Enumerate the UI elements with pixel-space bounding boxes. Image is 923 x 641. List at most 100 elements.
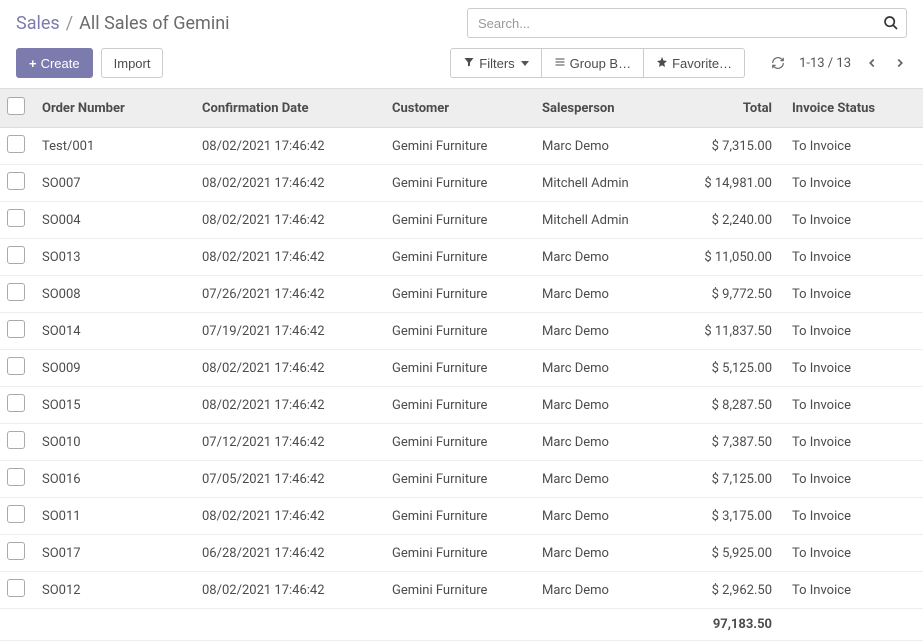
breadcrumb-sep: /: [66, 13, 73, 34]
prev-page-icon[interactable]: [865, 56, 879, 70]
cell-total: $ 14,981.00: [682, 165, 782, 202]
search-input[interactable]: [467, 8, 907, 38]
cell-salesperson: Marc Demo: [532, 572, 682, 609]
cell-order: SO015: [32, 387, 192, 424]
col-invoice[interactable]: Invoice Status: [782, 89, 923, 128]
cell-invoice: To Invoice: [782, 202, 923, 239]
cell-invoice: To Invoice: [782, 424, 923, 461]
cell-total: $ 2,240.00: [682, 202, 782, 239]
cell-date: 08/02/2021 17:46:42: [192, 202, 382, 239]
breadcrumb: Sales / All Sales of Gemini: [16, 13, 459, 34]
table-row[interactable]: SO01706/28/2021 17:46:42Gemini Furniture…: [0, 535, 923, 572]
cell-order: SO014: [32, 313, 192, 350]
cell-invoice: To Invoice: [782, 165, 923, 202]
row-checkbox[interactable]: [7, 246, 25, 264]
col-date[interactable]: Confirmation Date: [192, 89, 382, 128]
cell-customer: Gemini Furniture: [382, 350, 532, 387]
cell-order: SO004: [32, 202, 192, 239]
row-checkbox[interactable]: [7, 579, 25, 597]
select-all-checkbox[interactable]: [7, 97, 25, 115]
cell-date: 07/26/2021 17:46:42: [192, 276, 382, 313]
table-row[interactable]: SO00708/02/2021 17:46:42Gemini Furniture…: [0, 165, 923, 202]
cell-invoice: To Invoice: [782, 387, 923, 424]
table-row[interactable]: SO00807/26/2021 17:46:42Gemini Furniture…: [0, 276, 923, 313]
cell-customer: Gemini Furniture: [382, 461, 532, 498]
pager-text: 1-13 / 13: [799, 56, 851, 71]
cell-customer: Gemini Furniture: [382, 239, 532, 276]
cell-invoice: To Invoice: [782, 276, 923, 313]
cell-invoice: To Invoice: [782, 461, 923, 498]
import-button[interactable]: Import: [101, 48, 164, 78]
cell-salesperson: Marc Demo: [532, 239, 682, 276]
cell-order: SO017: [32, 535, 192, 572]
row-checkbox[interactable]: [7, 135, 25, 153]
row-checkbox[interactable]: [7, 394, 25, 412]
cell-date: 07/19/2021 17:46:42: [192, 313, 382, 350]
row-checkbox[interactable]: [7, 320, 25, 338]
cell-date: 06/28/2021 17:46:42: [192, 535, 382, 572]
filter-icon: [463, 56, 475, 71]
cell-salesperson: Marc Demo: [532, 387, 682, 424]
cell-invoice: To Invoice: [782, 128, 923, 165]
cell-invoice: To Invoice: [782, 239, 923, 276]
table-row[interactable]: Test/00108/02/2021 17:46:42Gemini Furnit…: [0, 128, 923, 165]
row-checkbox[interactable]: [7, 542, 25, 560]
next-page-icon[interactable]: [893, 56, 907, 70]
filters-label: Filters: [479, 56, 514, 71]
cell-date: 08/02/2021 17:46:42: [192, 165, 382, 202]
cell-salesperson: Marc Demo: [532, 461, 682, 498]
col-order[interactable]: Order Number: [32, 89, 192, 128]
row-checkbox[interactable]: [7, 283, 25, 301]
table-row[interactable]: SO01607/05/2021 17:46:42Gemini Furniture…: [0, 461, 923, 498]
table-row[interactable]: SO01308/02/2021 17:46:42Gemini Furniture…: [0, 239, 923, 276]
cell-total: $ 3,175.00: [682, 498, 782, 535]
cell-customer: Gemini Furniture: [382, 498, 532, 535]
cell-date: 08/02/2021 17:46:42: [192, 387, 382, 424]
search-icon[interactable]: [883, 15, 899, 31]
col-customer[interactable]: Customer: [382, 89, 532, 128]
plus-icon: +: [29, 56, 37, 71]
row-checkbox[interactable]: [7, 431, 25, 449]
table-row[interactable]: SO01508/02/2021 17:46:42Gemini Furniture…: [0, 387, 923, 424]
cell-customer: Gemini Furniture: [382, 313, 532, 350]
filters-button[interactable]: Filters: [450, 48, 541, 78]
breadcrumb-current: All Sales of Gemini: [79, 13, 229, 34]
cell-invoice: To Invoice: [782, 572, 923, 609]
cell-total: $ 2,962.50: [682, 572, 782, 609]
groupby-button[interactable]: Group B…: [541, 48, 644, 78]
breadcrumb-root[interactable]: Sales: [16, 13, 60, 34]
cell-order: SO012: [32, 572, 192, 609]
cell-salesperson: Marc Demo: [532, 313, 682, 350]
col-salesperson[interactable]: Salesperson: [532, 89, 682, 128]
cell-customer: Gemini Furniture: [382, 572, 532, 609]
cell-salesperson: Marc Demo: [532, 498, 682, 535]
row-checkbox[interactable]: [7, 505, 25, 523]
cell-customer: Gemini Furniture: [382, 387, 532, 424]
cell-order: SO009: [32, 350, 192, 387]
favorites-button[interactable]: Favorite…: [643, 48, 745, 78]
groupby-label: Group B…: [570, 56, 631, 71]
col-total[interactable]: Total: [682, 89, 782, 128]
cell-salesperson: Marc Demo: [532, 128, 682, 165]
cell-total: $ 11,837.50: [682, 313, 782, 350]
refresh-icon[interactable]: [771, 56, 785, 70]
create-button[interactable]: + Create: [16, 48, 93, 78]
table-row[interactable]: SO01108/02/2021 17:46:42Gemini Furniture…: [0, 498, 923, 535]
row-checkbox[interactable]: [7, 468, 25, 486]
table-row[interactable]: SO00908/02/2021 17:46:42Gemini Furniture…: [0, 350, 923, 387]
table-row[interactable]: SO01407/19/2021 17:46:42Gemini Furniture…: [0, 313, 923, 350]
cell-invoice: To Invoice: [782, 535, 923, 572]
table-row[interactable]: SO00408/02/2021 17:46:42Gemini Furniture…: [0, 202, 923, 239]
cell-order: SO010: [32, 424, 192, 461]
row-checkbox[interactable]: [7, 209, 25, 227]
create-label: Create: [41, 56, 80, 71]
row-checkbox[interactable]: [7, 357, 25, 375]
table-row[interactable]: SO01208/02/2021 17:46:42Gemini Furniture…: [0, 572, 923, 609]
row-checkbox[interactable]: [7, 172, 25, 190]
cell-total: $ 7,125.00: [682, 461, 782, 498]
cell-salesperson: Marc Demo: [532, 350, 682, 387]
table-row[interactable]: SO01007/12/2021 17:46:42Gemini Furniture…: [0, 424, 923, 461]
cell-customer: Gemini Furniture: [382, 165, 532, 202]
cell-date: 08/02/2021 17:46:42: [192, 239, 382, 276]
cell-date: 08/02/2021 17:46:42: [192, 498, 382, 535]
